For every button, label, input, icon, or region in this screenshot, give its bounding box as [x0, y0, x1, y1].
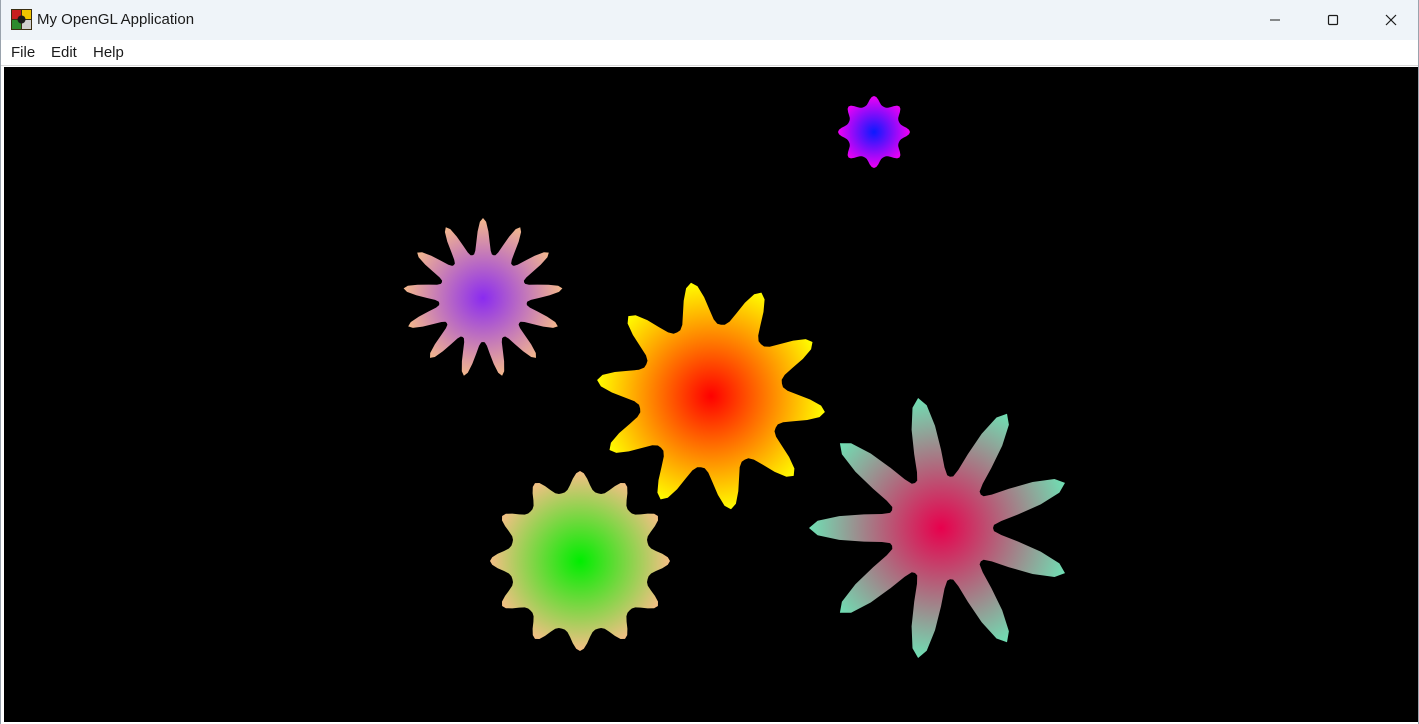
green-star-shape — [490, 471, 670, 651]
menu-bar: File Edit Help — [1, 40, 1418, 66]
menu-edit[interactable]: Edit — [49, 44, 79, 61]
close-button[interactable] — [1362, 0, 1419, 40]
maximize-button[interactable] — [1304, 0, 1362, 40]
title-bar[interactable]: My OpenGL Application — [1, 0, 1418, 40]
purple-star-shape — [403, 218, 563, 376]
opengl-canvas[interactable] — [4, 67, 1418, 722]
close-icon — [1385, 14, 1397, 26]
menu-file[interactable]: File — [9, 44, 37, 61]
menu-help[interactable]: Help — [91, 44, 126, 61]
crimson-star-shape — [809, 398, 1065, 658]
window-title: My OpenGL Application — [37, 11, 195, 28]
blue-star-shape — [838, 96, 910, 168]
red-yellow-star-shape — [597, 282, 825, 510]
app-window: My OpenGL Application File Edit Help — [0, 0, 1419, 724]
minimize-button[interactable] — [1246, 0, 1304, 40]
scene-render — [403, 96, 1065, 658]
opengl-app-icon — [11, 9, 32, 30]
maximize-icon — [1327, 14, 1339, 26]
minimize-icon — [1270, 19, 1280, 21]
